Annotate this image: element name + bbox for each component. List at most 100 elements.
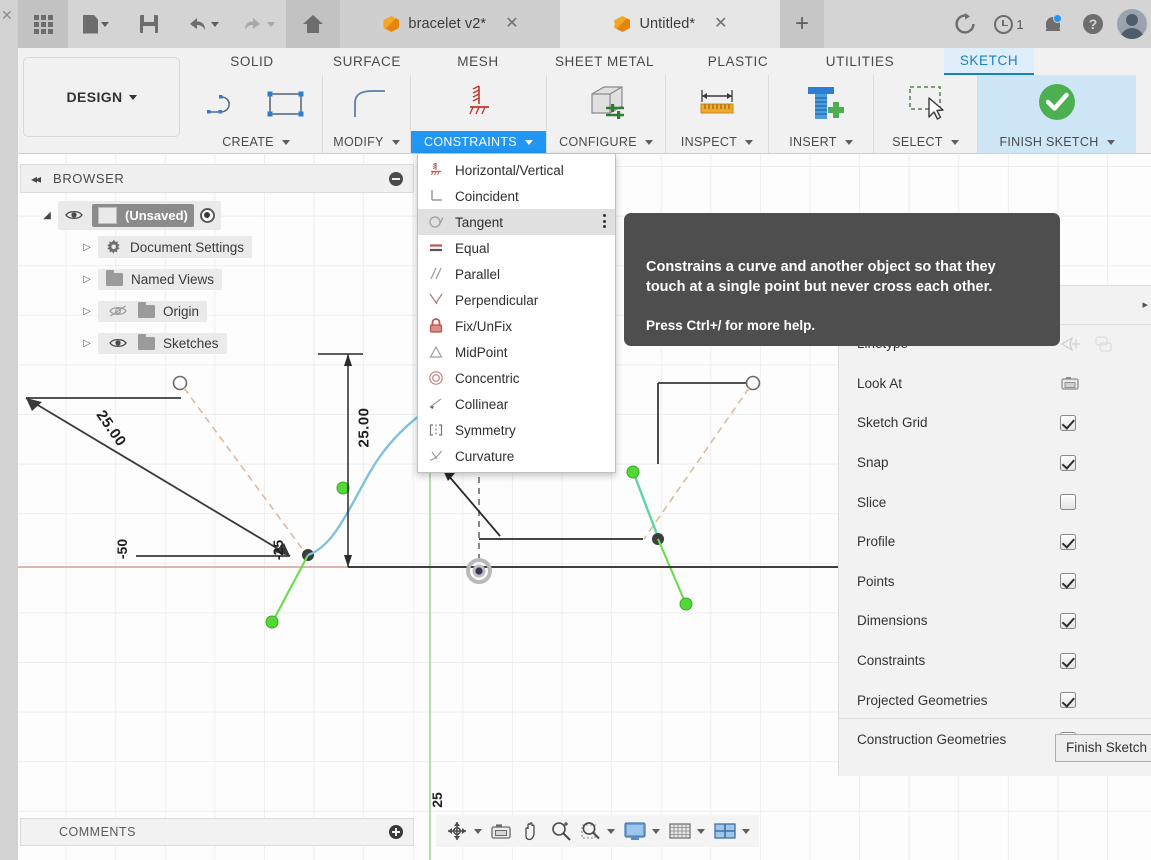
app-grid-button[interactable]	[18, 0, 68, 48]
nav-grid-snaps[interactable]	[665, 817, 708, 845]
chevron-right-icon[interactable]: ▸	[1142, 298, 1148, 311]
tab-mesh[interactable]: MESH	[429, 48, 527, 75]
dimension-25-bottom[interactable]: 25	[429, 792, 445, 808]
fillet-icon[interactable]	[341, 83, 393, 123]
tab-sheet-metal[interactable]: SHEET METAL	[532, 48, 677, 75]
close-icon[interactable]: ✕	[714, 16, 727, 32]
horizontal-vertical-constraint-icon[interactable]	[459, 82, 499, 124]
notifications-button[interactable]	[1033, 0, 1073, 48]
browser-item-sketches[interactable]: ▷ Sketches	[20, 327, 414, 359]
eye-visible-icon[interactable]	[62, 209, 86, 221]
panel-select-label[interactable]: SELECT	[874, 131, 977, 153]
menu-item-concentric[interactable]: Concentric	[418, 365, 615, 391]
expand-triangle-icon[interactable]: ▷	[76, 274, 98, 285]
selection-window-cursor-icon[interactable]	[898, 81, 954, 125]
eye-visible-icon[interactable]	[106, 337, 130, 349]
browser-header[interactable]: ◂◂ BROWSER	[20, 164, 414, 193]
nav-zoom[interactable]	[547, 817, 575, 845]
measure-ruler-icon[interactable]	[691, 83, 743, 123]
expand-triangle-icon[interactable]: ▷	[76, 242, 98, 253]
close-icon[interactable]: ✕	[505, 16, 518, 32]
panel-modify-label[interactable]: MODIFY	[323, 131, 410, 153]
palette-row-snap[interactable]: Snap	[839, 443, 1151, 483]
menu-item-perpendicular[interactable]: Perpendicular	[418, 287, 615, 313]
activate-radio[interactable]	[199, 207, 215, 223]
palette-row-profile[interactable]: Profile	[839, 522, 1151, 562]
dimension-minus-25[interactable]: -25	[270, 540, 286, 560]
panel-insert-label[interactable]: INSERT	[769, 131, 873, 153]
menu-item-equal[interactable]: Equal	[418, 235, 615, 261]
new-document-button[interactable]	[68, 0, 124, 48]
spline-rectangle-icon[interactable]	[204, 85, 256, 121]
panel-inspect-label[interactable]: INSPECT	[666, 131, 768, 153]
palette-row-points[interactable]: Points	[839, 562, 1151, 602]
minus-circle-icon[interactable]	[389, 171, 403, 186]
browser-item-unsaved[interactable]: ◢ (Unsaved)	[20, 199, 414, 231]
account-button[interactable]	[1113, 0, 1151, 48]
browser-item-origin[interactable]: ▷ Origin	[20, 295, 414, 327]
tab-utilities[interactable]: UTILITIES	[800, 48, 920, 75]
points-checkbox[interactable]	[1060, 573, 1076, 590]
dimensions-checkbox[interactable]	[1060, 612, 1076, 629]
document-tab-untitled[interactable]: Untitled* ✕	[560, 0, 780, 48]
profile-checkbox[interactable]	[1060, 533, 1076, 550]
rail-close-icon[interactable]: ✕	[1, 8, 13, 22]
browser-item-document-settings[interactable]: ▷ Document Settings	[20, 231, 414, 263]
redo-button[interactable]	[230, 0, 286, 48]
panel-constraints-label[interactable]: CONSTRAINTS	[411, 131, 546, 153]
nav-viewports[interactable]	[710, 817, 753, 845]
menu-item-tangent[interactable]: Tangent	[418, 209, 615, 235]
browser-item-named-views[interactable]: ▷ Named Views	[20, 263, 414, 295]
projected-geometries-checkbox[interactable]	[1060, 692, 1076, 709]
snap-checkbox[interactable]	[1060, 454, 1076, 471]
palette-row-slice[interactable]: Slice	[839, 482, 1151, 522]
menu-item-horizontal-vertical[interactable]: Horizontal/Vertical	[418, 157, 615, 183]
dimension-25-00-vertical[interactable]: 25.00	[356, 407, 373, 447]
menu-item-coincident[interactable]: Coincident	[418, 183, 615, 209]
palette-row-projected-geometries[interactable]: Projected Geometries	[839, 680, 1151, 720]
expand-triangle-icon[interactable]: ◢	[36, 210, 58, 221]
document-tab-bracelet[interactable]: bracelet v2* ✕	[340, 0, 560, 48]
plus-circle-icon[interactable]	[389, 825, 403, 839]
insert-bolt-icon[interactable]	[795, 82, 847, 124]
green-check-icon[interactable]	[1034, 81, 1080, 125]
palette-row-dimensions[interactable]: Dimensions	[839, 601, 1151, 641]
menu-item-midpoint[interactable]: MidPoint	[418, 339, 615, 365]
rectangle-icon[interactable]	[264, 85, 308, 121]
menu-item-fix-unfix[interactable]: Fix/UnFix	[418, 313, 615, 339]
tab-solid[interactable]: SOLID	[198, 48, 306, 75]
nav-display-settings[interactable]	[620, 817, 663, 845]
tab-plastic[interactable]: PLASTIC	[685, 48, 791, 75]
home-button[interactable]	[286, 0, 340, 48]
menu-item-curvature[interactable]: Curvature	[418, 443, 615, 469]
dimension-minus-50[interactable]: -50	[114, 539, 130, 559]
constraints-checkbox[interactable]	[1060, 652, 1076, 669]
tab-surface[interactable]: SURFACE	[312, 48, 422, 75]
slice-checkbox[interactable]	[1060, 494, 1076, 511]
menu-item-symmetry[interactable]: Symmetry	[418, 417, 615, 443]
new-tab-button[interactable]: +	[780, 0, 824, 48]
linetype-arrow-icon[interactable]	[1060, 335, 1082, 353]
expand-triangle-icon[interactable]: ▷	[76, 338, 98, 349]
palette-row-sketch-grid[interactable]: Sketch Grid	[839, 403, 1151, 443]
refresh-button[interactable]	[945, 0, 985, 48]
palette-row-look-at[interactable]: Look At	[839, 364, 1151, 404]
nav-look-at[interactable]	[487, 817, 515, 845]
menu-item-parallel[interactable]: Parallel	[418, 261, 615, 287]
configure-cube-icon[interactable]	[580, 82, 632, 124]
eye-hidden-icon[interactable]	[106, 305, 130, 317]
linetype-shape-icon[interactable]	[1092, 335, 1114, 353]
menu-item-collinear[interactable]: Collinear	[418, 391, 615, 417]
overflow-dots-icon[interactable]	[603, 214, 606, 228]
palette-row-constraints[interactable]: Constraints	[839, 641, 1151, 681]
panel-configure-label[interactable]: CONFIGURE	[547, 131, 665, 153]
expand-triangle-icon[interactable]: ▷	[76, 306, 98, 317]
sketch-grid-checkbox[interactable]	[1060, 414, 1076, 431]
nav-orbit[interactable]	[442, 817, 485, 845]
comments-bar[interactable]: COMMENTS	[20, 818, 414, 846]
panel-create-label[interactable]: CREATE	[190, 131, 322, 153]
undo-button[interactable]	[174, 0, 230, 48]
nav-pan[interactable]	[517, 817, 545, 845]
tab-sketch[interactable]: SKETCH	[944, 48, 1034, 75]
finish-sketch-button[interactable]: Finish Sketch	[1054, 733, 1151, 762]
